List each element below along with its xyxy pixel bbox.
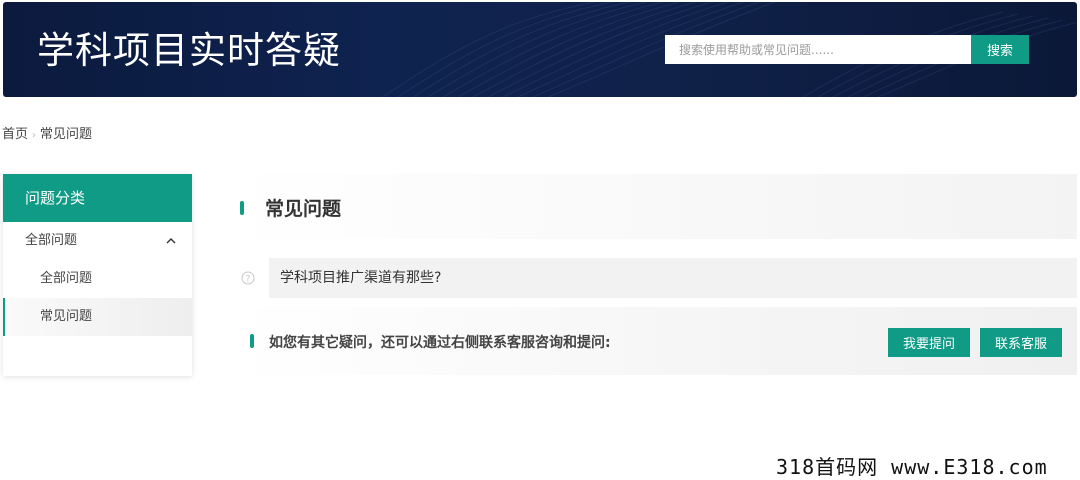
contact-service-button[interactable]: 联系客服 bbox=[980, 328, 1062, 357]
search-input[interactable] bbox=[665, 35, 971, 64]
accent-bar bbox=[240, 201, 244, 215]
category-sidebar: 问题分类 全部问题 全部问题 常见问题 bbox=[3, 174, 192, 376]
svg-text:?: ? bbox=[246, 275, 251, 285]
breadcrumb-separator: › bbox=[32, 130, 37, 141]
page-heading: 学科项目实时答疑 bbox=[37, 29, 341, 72]
breadcrumb: 首页 › 常见问题 bbox=[2, 123, 92, 142]
section-header: 常见问题 bbox=[226, 174, 1077, 239]
category-all-toggle[interactable]: 全部问题 bbox=[3, 222, 192, 260]
faq-question-item[interactable]: 学科项目推广渠道有那些? bbox=[269, 258, 1077, 298]
chevron-up-icon bbox=[166, 238, 176, 244]
breadcrumb-home-link[interactable]: 首页 bbox=[2, 127, 28, 142]
watermark-text: 318首码网 www.E318.com bbox=[776, 455, 1048, 479]
sidebar-item-all[interactable]: 全部问题 bbox=[3, 260, 192, 298]
breadcrumb-current: 常见问题 bbox=[40, 127, 93, 142]
category-label: 全部问题 bbox=[25, 233, 78, 248]
ask-question-button[interactable]: 我要提问 bbox=[888, 328, 970, 357]
sidebar-title: 问题分类 bbox=[3, 174, 192, 222]
contact-panel: 如您有其它疑问，还可以通过右侧联系客服咨询和提问: 我要提问 联系客服 bbox=[236, 307, 1077, 375]
contact-prompt: 如您有其它疑问，还可以通过右侧联系客服咨询和提问: bbox=[269, 335, 611, 351]
section-title: 常见问题 bbox=[265, 198, 342, 220]
question-icon: ? bbox=[241, 271, 255, 285]
accent-bar bbox=[250, 334, 254, 348]
sidebar-item-faq[interactable]: 常见问题 bbox=[3, 298, 192, 336]
search-button[interactable]: 搜索 bbox=[971, 35, 1029, 64]
